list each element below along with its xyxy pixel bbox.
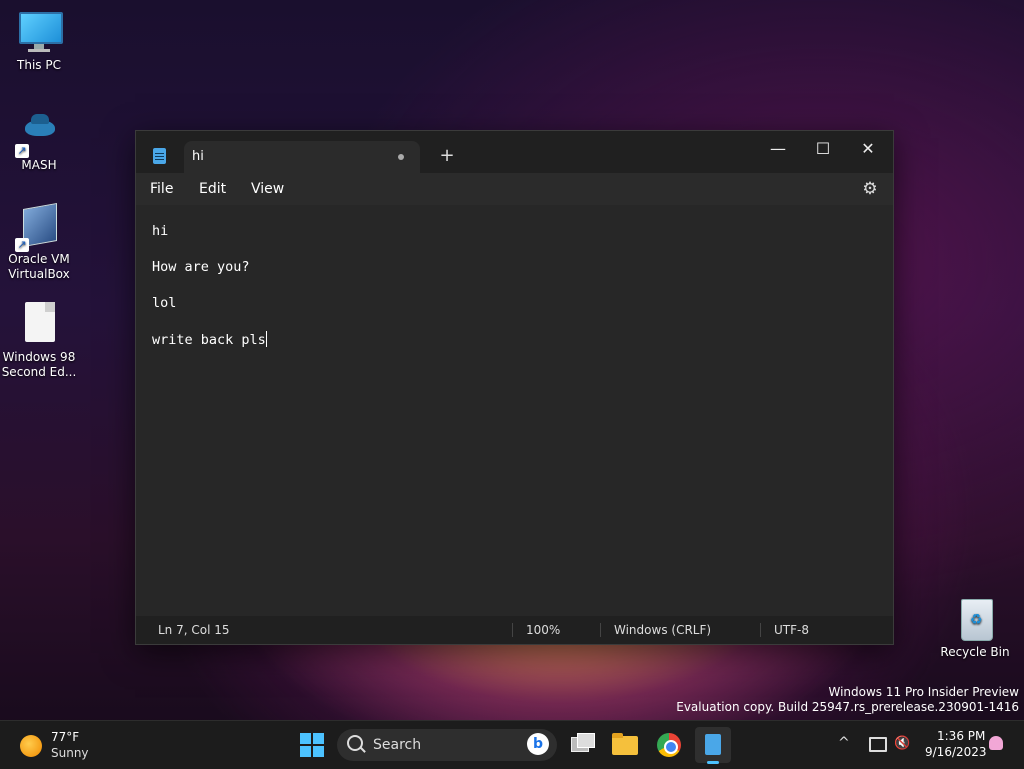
maximize-button[interactable]: ☐: [801, 134, 845, 164]
unsaved-dot-icon[interactable]: [398, 154, 404, 160]
taskbar: 77°F Sunny Search b ^ 🔇 1:36 PM 9/16/202…: [0, 720, 1024, 769]
file-icon: [17, 302, 61, 346]
minimize-button[interactable]: —: [756, 134, 800, 164]
notepad-icon: [153, 148, 166, 164]
clock-date: 9/16/2023: [925, 745, 987, 759]
desktop-icon-label: MASH: [21, 158, 57, 172]
folder-icon: [612, 736, 638, 755]
menu-file[interactable]: File: [150, 181, 173, 197]
recycle-bin-icon: ♻: [953, 597, 997, 641]
text-line: hi: [152, 223, 169, 239]
search-icon: [347, 735, 363, 751]
windows-logo-icon: [300, 733, 311, 744]
tab-hi[interactable]: hi: [184, 141, 420, 173]
cursor-position[interactable]: Ln 7, Col 15: [158, 623, 230, 637]
line-ending[interactable]: Windows (CRLF): [614, 623, 711, 637]
clock-time: 1:36 PM: [937, 729, 986, 743]
volume-muted-icon[interactable]: 🔇: [894, 737, 910, 751]
shortcut-arrow-icon: ↗: [15, 144, 29, 158]
desktop-icon-label: Windows 98 Second Ed...: [1, 350, 77, 379]
desktop-icon-this-pc[interactable]: This PC: [1, 10, 77, 73]
new-tab-button[interactable]: +: [436, 145, 458, 166]
desktop-icon-virtualbox[interactable]: ↗ Oracle VM VirtualBox: [1, 203, 77, 282]
text-caret: [265, 331, 267, 347]
text-line: How are you?: [152, 259, 250, 275]
status-bar: Ln 7, Col 15 100% Windows (CRLF) UTF-8: [136, 616, 893, 644]
file-explorer-button[interactable]: [607, 727, 643, 763]
close-button[interactable]: ✕: [846, 134, 890, 164]
menu-view[interactable]: View: [251, 181, 284, 197]
tray-overflow-chevron-icon[interactable]: ^: [838, 735, 850, 751]
title-bar: hi + — ☐ ✕: [136, 131, 893, 173]
notepad-window: hi + — ☐ ✕ File Edit View ⚙ hi How are y…: [135, 130, 894, 645]
menu-edit[interactable]: Edit: [199, 181, 226, 197]
active-indicator: [707, 761, 719, 764]
start-button[interactable]: [300, 733, 324, 757]
virtualbox-icon: ↗: [15, 203, 61, 252]
bing-icon[interactable]: b: [527, 733, 549, 755]
shortcut-arrow-icon: ↗: [15, 238, 29, 252]
notepad-taskbar-button[interactable]: [695, 727, 731, 764]
weather-desc: Sunny: [51, 746, 89, 760]
sun-icon: [20, 735, 42, 757]
text-editor[interactable]: hi How are you? lol write back pls: [136, 205, 893, 615]
monitor-icon: [17, 10, 63, 54]
status-divider: [760, 623, 761, 637]
desktop-icon-mash[interactable]: ↗ MASH: [1, 110, 77, 173]
encoding[interactable]: UTF-8: [774, 623, 809, 637]
mash-icon: ↗: [15, 110, 61, 158]
gear-icon[interactable]: ⚙: [861, 180, 879, 198]
weather-temp: 77°F: [51, 730, 80, 744]
text-line-last: write back pls: [152, 331, 267, 348]
desktop-icon-recycle-bin[interactable]: ♻ Recycle Bin: [937, 597, 1013, 660]
watermark-line-1: Windows 11 Pro Insider Preview: [828, 685, 1019, 699]
text-line: lol: [152, 295, 177, 311]
evaluation-watermark: Windows 11 Pro Insider Preview Evaluatio…: [676, 685, 1019, 715]
desktop-icon-label: Oracle VM VirtualBox: [8, 252, 70, 281]
tab-title: hi: [192, 149, 204, 164]
zoom-level[interactable]: 100%: [526, 623, 560, 637]
desktop-icon-label: This PC: [17, 58, 61, 72]
notification-bell-icon[interactable]: [989, 736, 1003, 750]
search-box[interactable]: Search b: [337, 729, 557, 761]
text-line: write back pls: [152, 332, 266, 348]
task-view-button[interactable]: [564, 727, 600, 763]
menu-bar: File Edit View ⚙: [136, 173, 893, 205]
notepad-icon: [705, 734, 721, 755]
status-divider: [600, 623, 601, 637]
status-divider: [512, 623, 513, 637]
watermark-line-2: Evaluation copy. Build 25947.rs_prerelea…: [676, 700, 1019, 714]
desktop-icon-label: Recycle Bin: [940, 645, 1010, 659]
chrome-button[interactable]: [651, 727, 687, 763]
network-icon[interactable]: [869, 737, 887, 752]
desktop-icon-windows98[interactable]: Windows 98 Second Ed...: [1, 302, 77, 380]
search-placeholder: Search: [373, 737, 422, 753]
